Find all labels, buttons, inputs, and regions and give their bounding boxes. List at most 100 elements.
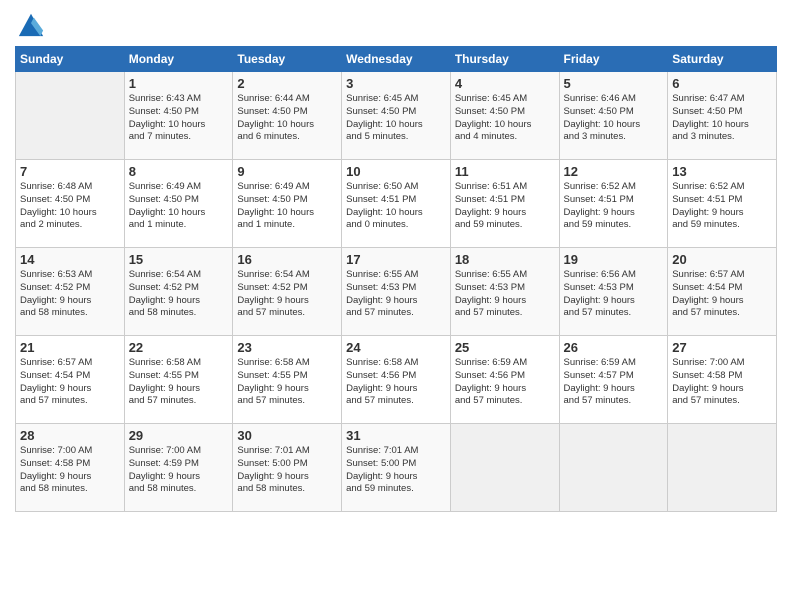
day-info: Sunrise: 6:53 AM Sunset: 4:52 PM Dayligh… bbox=[20, 269, 120, 320]
col-header-wednesday: Wednesday bbox=[342, 47, 451, 72]
day-number: 14 bbox=[20, 252, 120, 267]
cell-w3-d4: 25 Sunrise: 6:59 AM Sunset: 4:56 PM Dayli… bbox=[450, 336, 559, 424]
day-number: 31 bbox=[346, 428, 446, 443]
cell-w4-d4 bbox=[450, 424, 559, 512]
day-number: 6 bbox=[672, 76, 772, 91]
day-number: 9 bbox=[237, 164, 337, 179]
day-number: 30 bbox=[237, 428, 337, 443]
day-number: 28 bbox=[20, 428, 120, 443]
day-info: Sunrise: 6:46 AM Sunset: 4:50 PM Dayligh… bbox=[564, 93, 664, 144]
day-info: Sunrise: 6:44 AM Sunset: 4:50 PM Dayligh… bbox=[237, 93, 337, 144]
cell-w2-d2: 16Sunrise: 6:54 AM Sunset: 4:52 PM Dayli… bbox=[233, 248, 342, 336]
col-header-friday: Friday bbox=[559, 47, 668, 72]
cell-w3-d5: 26Sunrise: 6:59 AM Sunset: 4:57 PM Dayli… bbox=[559, 336, 668, 424]
cell-w0-d3: 3 Sunrise: 6:45 AM Sunset: 4:50 PM Daylig… bbox=[342, 72, 451, 160]
cell-w2-d6: 20 Sunrise: 6:57 AM Sunset: 4:54 PM Dayli… bbox=[668, 248, 777, 336]
day-number: 21 bbox=[20, 340, 120, 355]
day-number: 8 bbox=[129, 164, 229, 179]
logo bbox=[15, 10, 45, 38]
cell-w3-d2: 23 Sunrise: 6:58 AM Sunset: 4:55 PM Dayli… bbox=[233, 336, 342, 424]
day-info: Sunrise: 6:54 AM Sunset: 4:52 PM Dayligh… bbox=[129, 269, 229, 320]
cell-w1-d5: 12 Sunrise: 6:52 AM Sunset: 4:51 PM Dayli… bbox=[559, 160, 668, 248]
cell-w0-d6: 6 Sunrise: 6:47 AM Sunset: 4:50 PM Daylig… bbox=[668, 72, 777, 160]
day-number: 29 bbox=[129, 428, 229, 443]
day-number: 10 bbox=[346, 164, 446, 179]
day-number: 19 bbox=[564, 252, 664, 267]
cell-w1-d4: 11 Sunrise: 6:51 AM Sunset: 4:51 PM Dayli… bbox=[450, 160, 559, 248]
day-info: Sunrise: 6:59 AM Sunset: 4:56 PM Dayligh… bbox=[455, 357, 555, 408]
day-info: Sunrise: 6:49 AM Sunset: 4:50 PM Dayligh… bbox=[237, 181, 337, 232]
day-info: Sunrise: 6:49 AM Sunset: 4:50 PM Dayligh… bbox=[129, 181, 229, 232]
day-number: 27 bbox=[672, 340, 772, 355]
col-header-thursday: Thursday bbox=[450, 47, 559, 72]
logo-icon bbox=[17, 10, 45, 38]
day-number: 12 bbox=[564, 164, 664, 179]
header bbox=[15, 10, 777, 38]
cell-w4-d3: 31 Sunrise: 7:01 AM Sunset: 5:00 PM Dayli… bbox=[342, 424, 451, 512]
calendar-table: SundayMondayTuesdayWednesdayThursdayFrid… bbox=[15, 46, 777, 512]
day-info: Sunrise: 7:01 AM Sunset: 5:00 PM Dayligh… bbox=[237, 445, 337, 496]
day-number: 7 bbox=[20, 164, 120, 179]
cell-w1-d0: 7 Sunrise: 6:48 AM Sunset: 4:50 PM Daylig… bbox=[16, 160, 125, 248]
day-number: 1 bbox=[129, 76, 229, 91]
day-info: Sunrise: 7:01 AM Sunset: 5:00 PM Dayligh… bbox=[346, 445, 446, 496]
cell-w2-d3: 17Sunrise: 6:55 AM Sunset: 4:53 PM Dayli… bbox=[342, 248, 451, 336]
day-info: Sunrise: 6:51 AM Sunset: 4:51 PM Dayligh… bbox=[455, 181, 555, 232]
cell-w1-d6: 13 Sunrise: 6:52 AM Sunset: 4:51 PM Dayli… bbox=[668, 160, 777, 248]
day-number: 20 bbox=[672, 252, 772, 267]
day-number: 11 bbox=[455, 164, 555, 179]
cell-w1-d1: 8 Sunrise: 6:49 AM Sunset: 4:50 PM Daylig… bbox=[124, 160, 233, 248]
day-info: Sunrise: 6:57 AM Sunset: 4:54 PM Dayligh… bbox=[672, 269, 772, 320]
day-info: Sunrise: 6:47 AM Sunset: 4:50 PM Dayligh… bbox=[672, 93, 772, 144]
day-info: Sunrise: 6:58 AM Sunset: 4:55 PM Dayligh… bbox=[237, 357, 337, 408]
day-info: Sunrise: 6:54 AM Sunset: 4:52 PM Dayligh… bbox=[237, 269, 337, 320]
day-number: 23 bbox=[237, 340, 337, 355]
day-info: Sunrise: 6:52 AM Sunset: 4:51 PM Dayligh… bbox=[564, 181, 664, 232]
day-number: 26 bbox=[564, 340, 664, 355]
day-info: Sunrise: 6:58 AM Sunset: 4:56 PM Dayligh… bbox=[346, 357, 446, 408]
day-info: Sunrise: 6:55 AM Sunset: 4:53 PM Dayligh… bbox=[455, 269, 555, 320]
cell-w1-d3: 10 Sunrise: 6:50 AM Sunset: 4:51 PM Dayli… bbox=[342, 160, 451, 248]
col-header-sunday: Sunday bbox=[16, 47, 125, 72]
day-info: Sunrise: 6:57 AM Sunset: 4:54 PM Dayligh… bbox=[20, 357, 120, 408]
day-number: 5 bbox=[564, 76, 664, 91]
day-info: Sunrise: 7:00 AM Sunset: 4:58 PM Dayligh… bbox=[20, 445, 120, 496]
day-info: Sunrise: 6:55 AM Sunset: 4:53 PM Dayligh… bbox=[346, 269, 446, 320]
day-info: Sunrise: 6:58 AM Sunset: 4:55 PM Dayligh… bbox=[129, 357, 229, 408]
cell-w4-d5 bbox=[559, 424, 668, 512]
page: SundayMondayTuesdayWednesdayThursdayFrid… bbox=[0, 0, 792, 612]
cell-w0-d2: 2Sunrise: 6:44 AM Sunset: 4:50 PM Daylig… bbox=[233, 72, 342, 160]
day-number: 18 bbox=[455, 252, 555, 267]
day-info: Sunrise: 6:56 AM Sunset: 4:53 PM Dayligh… bbox=[564, 269, 664, 320]
day-info: Sunrise: 6:50 AM Sunset: 4:51 PM Dayligh… bbox=[346, 181, 446, 232]
cell-w2-d5: 19 Sunrise: 6:56 AM Sunset: 4:53 PM Dayli… bbox=[559, 248, 668, 336]
day-number: 3 bbox=[346, 76, 446, 91]
day-info: Sunrise: 7:00 AM Sunset: 4:58 PM Dayligh… bbox=[672, 357, 772, 408]
day-number: 4 bbox=[455, 76, 555, 91]
cell-w4-d1: 29 Sunrise: 7:00 AM Sunset: 4:59 PM Dayli… bbox=[124, 424, 233, 512]
col-header-tuesday: Tuesday bbox=[233, 47, 342, 72]
day-info: Sunrise: 6:45 AM Sunset: 4:50 PM Dayligh… bbox=[346, 93, 446, 144]
cell-w2-d4: 18 Sunrise: 6:55 AM Sunset: 4:53 PM Dayli… bbox=[450, 248, 559, 336]
day-number: 13 bbox=[672, 164, 772, 179]
day-number: 25 bbox=[455, 340, 555, 355]
cell-w3-d6: 27 Sunrise: 7:00 AM Sunset: 4:58 PM Dayli… bbox=[668, 336, 777, 424]
cell-w2-d1: 15 Sunrise: 6:54 AM Sunset: 4:52 PM Dayli… bbox=[124, 248, 233, 336]
cell-w0-d1: 1 Sunrise: 6:43 AM Sunset: 4:50 PM Daylig… bbox=[124, 72, 233, 160]
col-header-saturday: Saturday bbox=[668, 47, 777, 72]
cell-w3-d1: 22 Sunrise: 6:58 AM Sunset: 4:55 PM Dayli… bbox=[124, 336, 233, 424]
cell-w2-d0: 14 Sunrise: 6:53 AM Sunset: 4:52 PM Dayli… bbox=[16, 248, 125, 336]
cell-w4-d0: 28 Sunrise: 7:00 AM Sunset: 4:58 PM Dayli… bbox=[16, 424, 125, 512]
day-info: Sunrise: 7:00 AM Sunset: 4:59 PM Dayligh… bbox=[129, 445, 229, 496]
day-info: Sunrise: 6:52 AM Sunset: 4:51 PM Dayligh… bbox=[672, 181, 772, 232]
day-number: 15 bbox=[129, 252, 229, 267]
day-info: Sunrise: 6:45 AM Sunset: 4:50 PM Dayligh… bbox=[455, 93, 555, 144]
cell-w3-d3: 24Sunrise: 6:58 AM Sunset: 4:56 PM Dayli… bbox=[342, 336, 451, 424]
day-number: 22 bbox=[129, 340, 229, 355]
col-header-monday: Monday bbox=[124, 47, 233, 72]
cell-w0-d4: 4 Sunrise: 6:45 AM Sunset: 4:50 PM Daylig… bbox=[450, 72, 559, 160]
day-info: Sunrise: 6:48 AM Sunset: 4:50 PM Dayligh… bbox=[20, 181, 120, 232]
day-info: Sunrise: 6:43 AM Sunset: 4:50 PM Dayligh… bbox=[129, 93, 229, 144]
cell-w4-d2: 30 Sunrise: 7:01 AM Sunset: 5:00 PM Dayli… bbox=[233, 424, 342, 512]
cell-w0-d5: 5 Sunrise: 6:46 AM Sunset: 4:50 PM Daylig… bbox=[559, 72, 668, 160]
